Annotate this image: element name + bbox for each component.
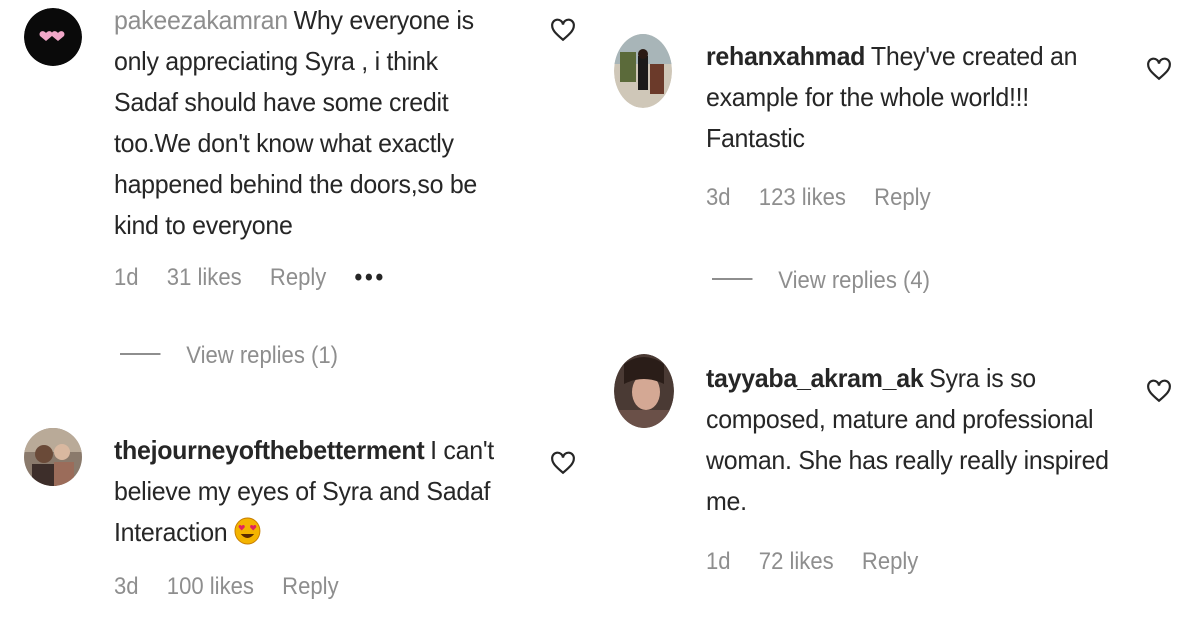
timestamp: 1d xyxy=(706,548,731,575)
pink-hearts-avatar-icon xyxy=(24,8,82,66)
avatar[interactable] xyxy=(614,354,674,428)
avatar[interactable] xyxy=(24,8,82,66)
reply-button[interactable]: Reply xyxy=(282,573,338,600)
view-replies-button[interactable]: View replies (4) xyxy=(712,267,930,295)
timestamp: 3d xyxy=(706,184,731,211)
likes-count[interactable]: 31 likes xyxy=(167,264,242,291)
likes-count[interactable]: 123 likes xyxy=(759,184,846,211)
reply-button[interactable]: Reply xyxy=(874,184,930,211)
user-photo-avatar-icon xyxy=(24,428,82,486)
view-replies-label: View replies (1) xyxy=(186,342,338,369)
avatar[interactable] xyxy=(614,34,672,108)
user-photo-avatar-icon xyxy=(614,354,674,428)
comment-text: tayyaba_akram_ak Syra is so composed, mat… xyxy=(706,358,1119,522)
heart-outline-icon[interactable] xyxy=(550,450,576,476)
username-link[interactable]: pakeezakamran xyxy=(114,5,288,35)
avatar[interactable] xyxy=(24,428,82,486)
username-link[interactable]: thejourneyofthebetterment xyxy=(114,435,425,465)
view-replies-button[interactable]: View replies (1) xyxy=(120,342,338,370)
comment-text: thejourneyofthebetterment I can't believe… xyxy=(114,430,517,553)
heart-outline-icon[interactable] xyxy=(1146,56,1172,82)
replies-divider xyxy=(712,277,753,280)
reply-button[interactable]: Reply xyxy=(862,548,918,575)
timestamp: 3d xyxy=(114,573,139,600)
comment-meta: 1d 72 likes Reply xyxy=(706,548,940,576)
comment-meta: 1d 31 likes Reply ••• xyxy=(114,264,408,292)
username-link[interactable]: rehanxahmad xyxy=(706,41,865,71)
heart-eyes-emoji-icon xyxy=(234,517,261,545)
comment-text: pakeezakamran Why everyone is only apprec… xyxy=(114,0,498,246)
heart-outline-icon[interactable] xyxy=(1146,378,1172,404)
more-options-icon[interactable]: ••• xyxy=(355,264,386,291)
comment-body: Why everyone is only appreciating Syra ,… xyxy=(114,5,478,240)
view-replies-label: View replies (4) xyxy=(778,267,930,294)
replies-divider xyxy=(120,352,161,355)
comment-text: rehanxahmad They've created an example fo… xyxy=(706,36,1109,159)
heart-outline-icon[interactable] xyxy=(550,17,576,43)
username-link[interactable]: tayyaba_akram_ak xyxy=(706,363,924,393)
comment-meta: 3d 100 likes Reply xyxy=(114,573,361,601)
comment-meta: 3d 123 likes Reply xyxy=(706,184,953,212)
likes-count[interactable]: 100 likes xyxy=(167,573,254,600)
timestamp: 1d xyxy=(114,264,139,291)
likes-count[interactable]: 72 likes xyxy=(759,548,834,575)
user-photo-avatar-icon xyxy=(614,34,672,108)
reply-button[interactable]: Reply xyxy=(270,264,326,291)
